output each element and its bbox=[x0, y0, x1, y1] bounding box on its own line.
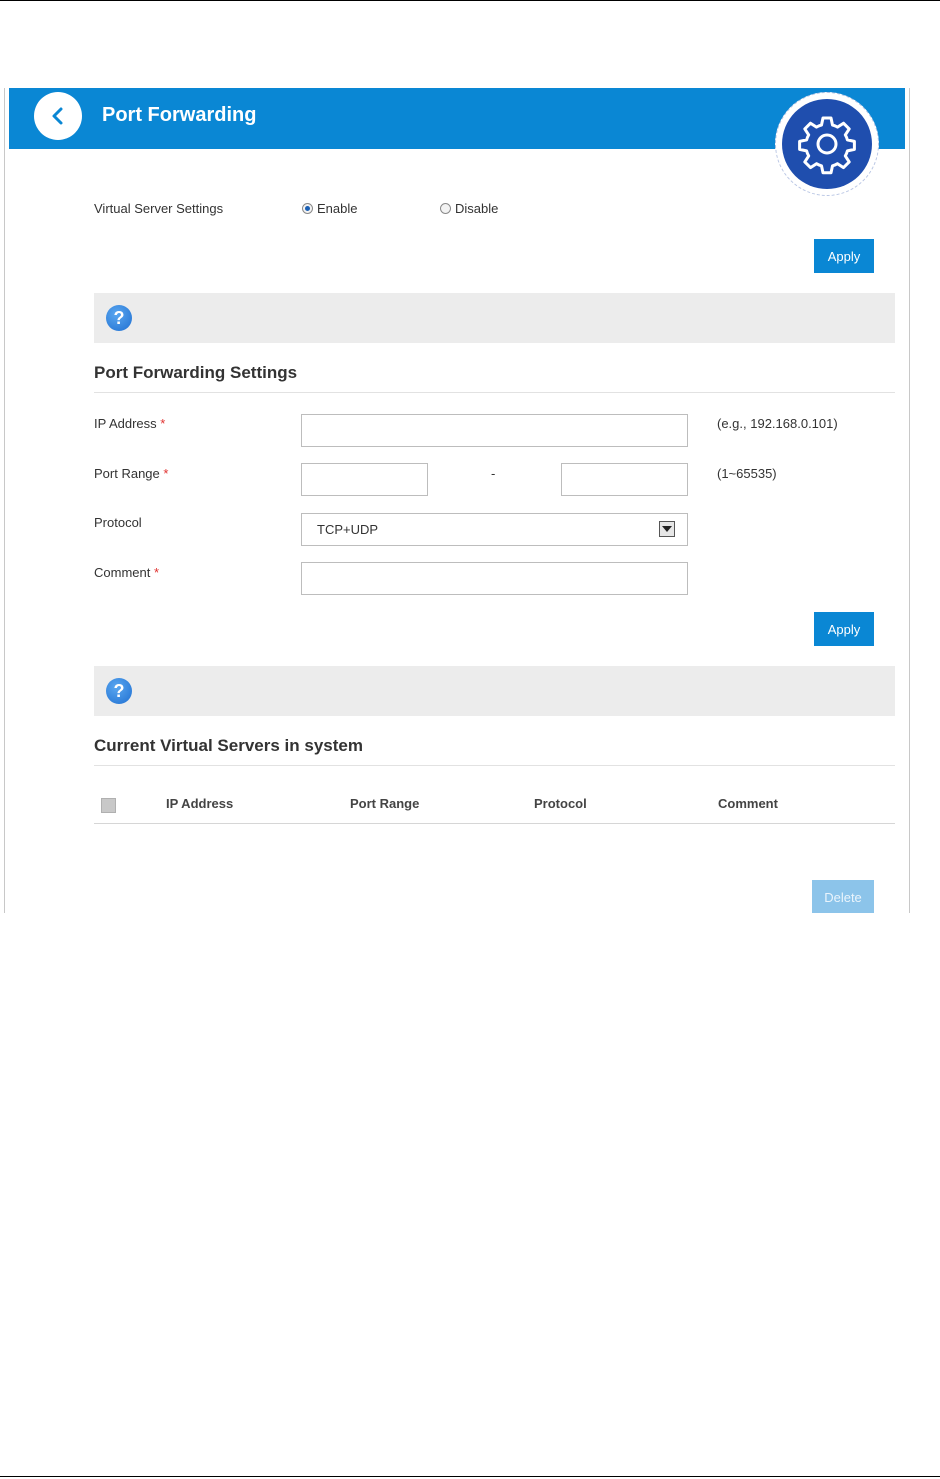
port-forwarding-apply-button[interactable]: Apply bbox=[814, 612, 874, 646]
port-forwarding-settings-title: Port Forwarding Settings bbox=[94, 363, 298, 382]
column-header-comment: Comment bbox=[718, 796, 778, 811]
help-bar: ? bbox=[94, 666, 895, 716]
help-icon[interactable]: ? bbox=[106, 678, 132, 704]
disable-label: Disable bbox=[455, 201, 499, 216]
page-header: Port Forwarding bbox=[9, 88, 905, 149]
protocol-value: TCP+UDP bbox=[317, 522, 379, 537]
virtual-server-label: Virtual Server Settings bbox=[94, 201, 224, 216]
settings-badge bbox=[775, 92, 879, 196]
required-mark: * bbox=[160, 416, 166, 431]
port-range-label-text: Port Range bbox=[94, 466, 160, 481]
ip-address-input[interactable] bbox=[301, 414, 688, 447]
page-title: Port Forwarding bbox=[102, 104, 257, 126]
protocol-select[interactable]: TCP+UDP bbox=[301, 513, 688, 546]
required-mark: * bbox=[153, 565, 160, 580]
port-forwarding-panel: Port Forwarding Virtual Server Settings … bbox=[4, 88, 910, 913]
help-bar: ? bbox=[94, 293, 895, 343]
radio-disable-dot[interactable] bbox=[440, 203, 451, 214]
radio-enable-dot[interactable] bbox=[302, 203, 313, 214]
enable-label: Enable bbox=[317, 201, 358, 216]
comment-label-text: Comment bbox=[94, 565, 151, 580]
ip-address-label-text: IP Address bbox=[94, 416, 157, 431]
port-range-separator: - bbox=[491, 466, 496, 481]
ip-address-label: IP Address * bbox=[94, 416, 165, 431]
help-icon[interactable]: ? bbox=[106, 305, 132, 331]
bottom-rule bbox=[0, 1476, 940, 1477]
select-all-checkbox[interactable] bbox=[101, 798, 116, 813]
gear-icon bbox=[798, 116, 856, 175]
top-rule bbox=[0, 0, 940, 1]
table-header-divider bbox=[94, 823, 895, 824]
port-range-label: Port Range * bbox=[94, 466, 168, 481]
ip-address-hint: (e.g., 192.168.0.101) bbox=[717, 416, 838, 431]
disable-radio[interactable]: Disable bbox=[440, 201, 498, 216]
virtual-server-apply-button[interactable]: Apply bbox=[814, 239, 874, 273]
protocol-label: Protocol bbox=[94, 515, 142, 530]
comment-input[interactable] bbox=[301, 562, 688, 595]
chevron-left-icon bbox=[52, 107, 63, 125]
back-button[interactable] bbox=[34, 92, 82, 140]
delete-button[interactable]: Delete bbox=[812, 880, 874, 913]
port-end-input[interactable] bbox=[561, 463, 688, 496]
port-start-input[interactable] bbox=[301, 463, 428, 496]
enable-radio[interactable]: Enable bbox=[302, 201, 357, 216]
comment-label: Comment * bbox=[94, 565, 159, 580]
column-header-protocol: Protocol bbox=[534, 796, 587, 811]
required-mark: * bbox=[163, 466, 169, 481]
current-servers-title: Current Virtual Servers in system bbox=[94, 736, 363, 755]
column-header-ip-address: IP Address bbox=[166, 796, 234, 811]
divider bbox=[94, 765, 895, 766]
divider bbox=[94, 392, 895, 393]
column-header-port-range: Port Range bbox=[350, 796, 420, 811]
dropdown-arrow-icon[interactable] bbox=[659, 521, 675, 537]
port-range-hint: (1~65535) bbox=[717, 466, 777, 481]
